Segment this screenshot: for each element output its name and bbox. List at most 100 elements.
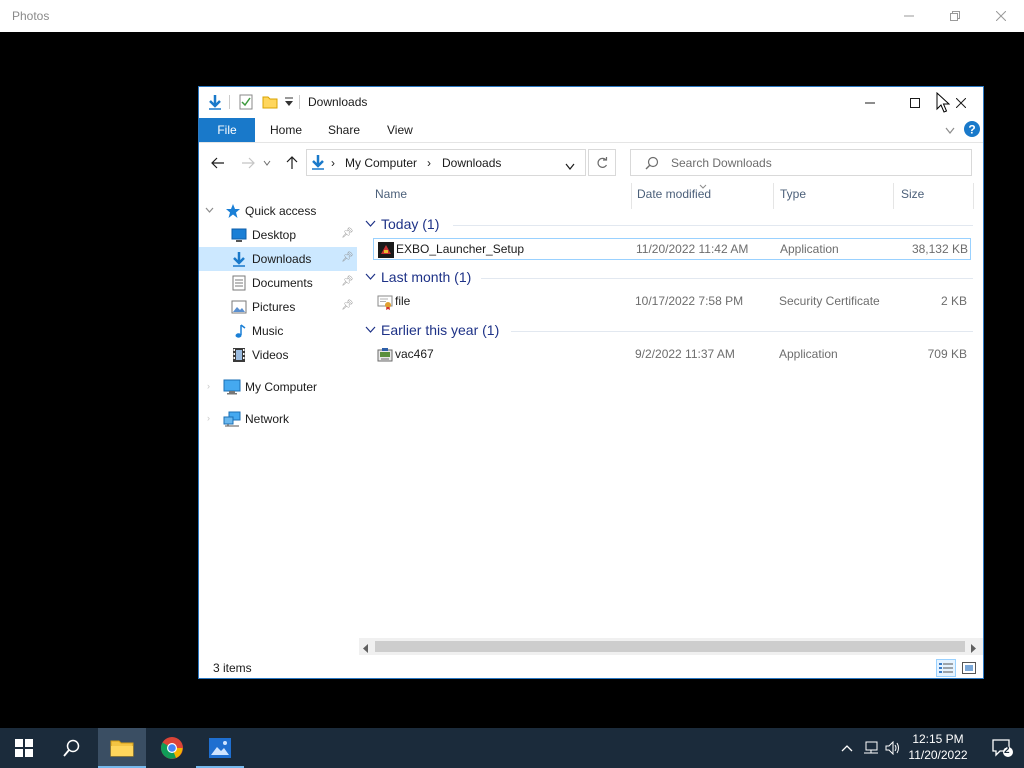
- breadcrumb-my-computer[interactable]: My Computer: [345, 156, 417, 170]
- pin-icon[interactable]: 📌︎: [341, 300, 354, 311]
- tab-share[interactable]: Share: [328, 118, 360, 142]
- file-row[interactable]: file 10/17/2022 7:58 PM Security Certifi…: [373, 291, 971, 313]
- new-folder-icon[interactable]: [262, 94, 278, 113]
- column-header-name[interactable]: Name: [375, 187, 407, 209]
- scroll-right-icon[interactable]: [971, 642, 977, 656]
- network-icon: [223, 411, 241, 427]
- chevron-up-icon: [841, 745, 853, 752]
- photos-minimize-button[interactable]: [886, 0, 932, 32]
- large-icons-view-button[interactable]: [959, 659, 979, 677]
- large-icons-view-icon: [962, 662, 976, 674]
- file-name: EXBO_Launcher_Setup: [396, 242, 525, 256]
- nav-item-videos[interactable]: Videos: [199, 343, 357, 367]
- file-row[interactable]: vac467 9/2/2022 11:37 AM Application 709…: [373, 344, 971, 366]
- breadcrumb-separator[interactable]: ›: [427, 156, 431, 170]
- maximize-button[interactable]: [892, 87, 938, 118]
- photos-app-icon: [209, 738, 231, 758]
- column-header-size[interactable]: Size: [901, 187, 924, 209]
- expand-ribbon-icon[interactable]: [945, 124, 955, 138]
- tab-home[interactable]: Home: [270, 118, 302, 142]
- nav-quick-access[interactable]: Quick access: [199, 199, 357, 223]
- column-header-type[interactable]: Type: [780, 187, 806, 209]
- search-box[interactable]: Search Downloads: [630, 149, 972, 176]
- action-center-button[interactable]: 2: [980, 728, 1024, 768]
- file-date: 10/17/2022 7:58 PM: [635, 294, 744, 308]
- search-button[interactable]: [48, 728, 96, 768]
- customize-toolbar-icon[interactable]: [284, 96, 294, 111]
- star-icon: [225, 203, 241, 219]
- nav-item-music[interactable]: Music: [199, 319, 357, 343]
- refresh-button[interactable]: [588, 149, 616, 176]
- close-icon: [956, 97, 966, 108]
- details-view-icon: [939, 663, 953, 673]
- details-view-button[interactable]: [936, 659, 956, 677]
- column-divider[interactable]: [773, 183, 774, 209]
- file-size: 709 KB: [927, 347, 967, 361]
- nav-network[interactable]: › Network: [199, 407, 357, 431]
- up-button[interactable]: [281, 152, 303, 174]
- forward-button[interactable]: [237, 152, 259, 174]
- group-collapse-icon[interactable]: [365, 271, 376, 283]
- scroll-left-icon[interactable]: [363, 642, 369, 656]
- nav-my-computer[interactable]: › My Computer: [199, 375, 357, 399]
- taskbar-file-explorer[interactable]: [98, 728, 146, 768]
- nav-item-desktop[interactable]: Desktop 📌︎: [199, 223, 357, 247]
- breadcrumb-downloads[interactable]: Downloads: [442, 156, 501, 170]
- file-name: vac467: [395, 347, 434, 361]
- collapsed-chevron-icon[interactable]: ›: [207, 381, 210, 391]
- certificate-icon: [377, 294, 393, 310]
- minimize-icon: [865, 102, 875, 103]
- column-divider[interactable]: [631, 183, 632, 209]
- taskbar-chrome[interactable]: [148, 728, 196, 768]
- tab-view[interactable]: View: [387, 118, 413, 142]
- nav-item-documents[interactable]: Documents 📌︎: [199, 271, 357, 295]
- help-icon[interactable]: ?: [963, 120, 981, 141]
- explorer-titlebar[interactable]: Downloads: [199, 87, 983, 118]
- nav-quick-access-label: Quick access: [245, 204, 317, 218]
- pin-icon[interactable]: 📌︎: [341, 252, 354, 263]
- taskbar-photos[interactable]: [196, 728, 244, 768]
- nav-network-label: Network: [245, 412, 290, 426]
- forward-arrow-icon: [242, 157, 255, 169]
- pin-icon[interactable]: 📌︎: [341, 276, 354, 287]
- group-header-earlier-this-year[interactable]: Earlier this year (1): [359, 320, 979, 342]
- photos-close-button[interactable]: [978, 0, 1024, 32]
- item-count: 3 items: [213, 661, 252, 675]
- nav-item-label: Desktop: [252, 228, 297, 242]
- group-collapse-icon[interactable]: [365, 324, 376, 336]
- minimize-button[interactable]: [847, 87, 893, 118]
- column-header-date-modified[interactable]: Date modified: [637, 187, 711, 209]
- horizontal-scrollbar[interactable]: [359, 638, 983, 655]
- tab-file[interactable]: File: [199, 118, 255, 142]
- group-header-last-month[interactable]: Last month (1): [359, 267, 979, 289]
- group-header-today[interactable]: Today (1): [359, 214, 979, 236]
- separator: [299, 95, 300, 109]
- back-button[interactable]: [207, 152, 229, 174]
- start-button[interactable]: [0, 728, 48, 768]
- column-divider[interactable]: [973, 183, 974, 209]
- navigation-pane: Quick access Desktop 📌︎ Downloads 📌︎ Doc…: [199, 183, 357, 651]
- show-hidden-icons-button[interactable]: [836, 728, 858, 768]
- photos-restore-button[interactable]: [932, 0, 978, 32]
- computer-icon: [223, 379, 241, 395]
- nav-item-pictures[interactable]: Pictures 📌︎: [199, 295, 357, 319]
- recent-locations-button[interactable]: [261, 152, 273, 174]
- group-collapse-icon[interactable]: [365, 218, 376, 230]
- nav-item-label: Videos: [252, 348, 289, 362]
- expanded-chevron-icon[interactable]: [205, 205, 214, 215]
- column-divider[interactable]: [893, 183, 894, 209]
- explorer-window: Downloads File Home Share View ? › My Co…: [198, 86, 984, 679]
- group-divider: [511, 331, 973, 332]
- address-history-chevron-icon[interactable]: [565, 159, 575, 173]
- nav-item-downloads[interactable]: Downloads 📌︎: [199, 247, 357, 271]
- network-tray-button[interactable]: [860, 728, 882, 768]
- scrollbar-thumb[interactable]: [375, 641, 965, 652]
- address-bar[interactable]: › My Computer › Downloads: [306, 149, 586, 176]
- breadcrumb-separator[interactable]: ›: [331, 156, 335, 170]
- group-divider: [453, 225, 973, 226]
- clock[interactable]: 12:15 PM 11/20/2022: [900, 731, 976, 763]
- pin-icon[interactable]: 📌︎: [341, 228, 354, 239]
- file-row[interactable]: EXBO_Launcher_Setup 11/20/2022 11:42 AM …: [373, 238, 971, 260]
- properties-icon[interactable]: [239, 94, 253, 113]
- collapsed-chevron-icon[interactable]: ›: [207, 413, 210, 423]
